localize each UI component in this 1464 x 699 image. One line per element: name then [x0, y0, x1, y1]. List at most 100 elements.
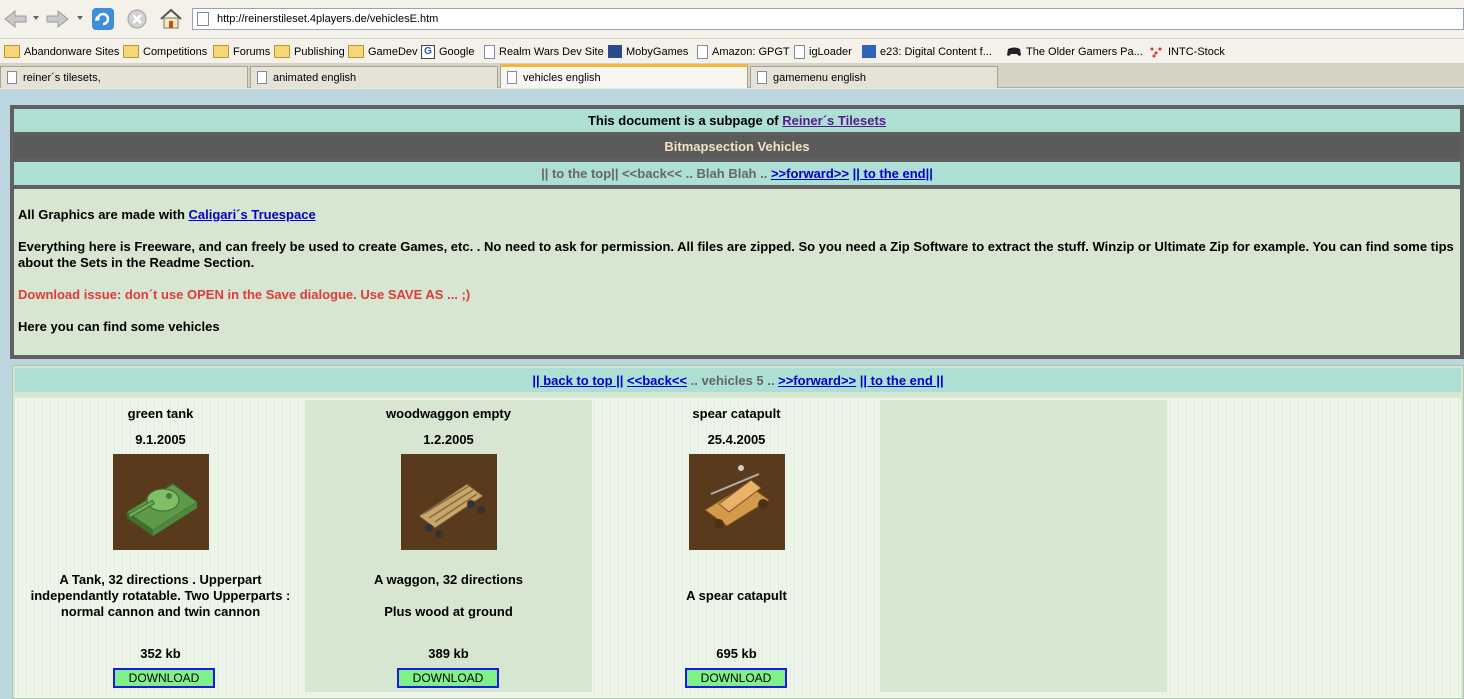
download-button[interactable]: DOWNLOAD — [397, 668, 499, 688]
home-button[interactable] — [158, 6, 184, 32]
vehicle-cell-woodwaggon: woodwaggon empty 1.2.2005 A waggon, 32 d… — [305, 400, 592, 692]
nav2-back-link[interactable]: <<back<< — [627, 373, 687, 388]
section-title: Bitmapsection Vehicles — [14, 135, 1460, 158]
navigation-toolbar: http://reinerstileset.4players.de/vehicl… — [0, 0, 1464, 38]
folder-icon — [4, 45, 20, 58]
folder-icon — [123, 45, 139, 58]
stop-button[interactable] — [124, 6, 150, 32]
google-icon: G — [421, 44, 435, 59]
vehicle-date: 1.2.2005 — [423, 432, 474, 447]
bookmark-publishing[interactable]: Publishing — [274, 43, 345, 60]
intro-paragraph: All Graphics are made with Caligari´s Tr… — [18, 207, 316, 222]
bookmark-gamedev[interactable]: GameDev — [348, 43, 418, 60]
folder-icon — [213, 45, 229, 58]
empty-vehicle-cell — [880, 400, 1167, 692]
url-bar[interactable]: http://reinerstileset.4players.de/vehicl… — [192, 8, 1464, 30]
freeware-paragraph: Everything here is Freeware, and can fre… — [18, 239, 1454, 270]
download-button[interactable]: DOWNLOAD — [113, 668, 215, 688]
nav-to-end-link[interactable]: || to the end|| — [853, 166, 933, 181]
top-nav-bar: || to the top|| <<back<< .. Blah Blah ..… — [14, 162, 1460, 185]
back-history-dropdown[interactable] — [33, 16, 39, 20]
bookmark-igloader[interactable]: igLoader — [794, 43, 852, 60]
folder-icon — [348, 45, 364, 58]
bookmark-intc-stock[interactable]: INTC-Stock — [1148, 43, 1225, 60]
vehicle-date: 25.4.2005 — [707, 432, 766, 447]
bookmark-realm-wars[interactable]: Realm Wars Dev Site — [484, 43, 604, 60]
reiners-tilesets-link[interactable]: Reiner´s Tilesets — [782, 113, 886, 128]
vehicles-intro: Here you can find some vehicles — [18, 319, 220, 334]
file-size: 352 kb — [140, 646, 181, 661]
bookmark-mobygames[interactable]: MobyGames — [608, 43, 688, 60]
vehicle-cell-green-tank: green tank 9.1.2005 A Tank, 32 direction… — [17, 400, 304, 692]
nav2-middle-text: .. vehicles 5 .. — [687, 372, 779, 388]
tab-gamemenu-english[interactable]: gamemenu english — [750, 66, 998, 88]
forward-button[interactable] — [45, 6, 71, 32]
tab-animated-english[interactable]: animated english — [250, 66, 498, 88]
tank-icon — [113, 454, 209, 550]
vehicles-nav-bar: || back to top || <<back<< .. vehicles 5… — [15, 368, 1461, 392]
vehicle-description-line2: Plus wood at ground — [384, 604, 513, 619]
page-icon — [757, 71, 767, 84]
nav-forward-link[interactable]: >>forward>> — [771, 166, 849, 181]
green-tank-image[interactable] — [113, 454, 209, 550]
page-icon — [484, 44, 495, 59]
vehicle-description-line1: A waggon, 32 directions — [373, 572, 524, 587]
bookmark-competitions[interactable]: Competitions — [123, 43, 207, 60]
vehicle-name: woodwaggon empty — [386, 406, 511, 421]
stop-icon — [127, 9, 147, 29]
nav-to-top-text: || to the top|| — [541, 166, 619, 181]
page-icon — [7, 71, 17, 84]
vehicle-name: spear catapult — [692, 406, 781, 421]
mobygames-icon — [608, 45, 622, 58]
woodwaggon-image[interactable] — [401, 454, 497, 550]
tab-reiners-tilesets[interactable]: reiner´s tilesets, — [0, 66, 248, 88]
folder-icon — [274, 45, 290, 58]
url-text[interactable]: http://reinerstileset.4players.de/vehicl… — [217, 13, 438, 25]
vehicle-description: A spear catapult — [686, 588, 787, 603]
vehicles-table: || back to top || <<back<< .. vehicles 5… — [12, 365, 1464, 699]
e23-icon — [862, 45, 876, 58]
gamepad-icon — [1006, 45, 1022, 58]
vehicle-name: green tank — [127, 406, 194, 421]
bookmarks-toolbar: Abandonware Sites Competitions Forums Pu… — [0, 38, 1464, 63]
file-size: 695 kb — [716, 646, 757, 661]
page-icon — [197, 12, 209, 26]
bookmark-older-gamers[interactable]: The Older Gamers Pa... — [1006, 43, 1143, 60]
nav-middle-text: .. Blah Blah .. — [682, 166, 771, 181]
intro-panel: All Graphics are made with Caligari´s Tr… — [14, 189, 1460, 355]
download-button[interactable]: DOWNLOAD — [685, 668, 787, 688]
back-arrow-icon — [4, 9, 27, 29]
bookmark-google[interactable]: G Google — [421, 43, 474, 60]
home-icon — [160, 8, 182, 29]
stock-icon — [1148, 45, 1164, 58]
back-button[interactable] — [2, 6, 28, 32]
nav2-forward-link[interactable]: >>forward>> — [778, 373, 856, 388]
reload-button[interactable] — [90, 6, 116, 32]
forward-history-dropdown[interactable] — [77, 16, 83, 20]
nav-back-text: <<back<< — [622, 166, 683, 181]
caligari-truespace-link[interactable]: Caligari´s Truespace — [189, 207, 316, 222]
subpage-bar: This document is a subpage of Reiner´s T… — [14, 109, 1460, 132]
waggon-icon — [401, 454, 497, 550]
bookmark-forums[interactable]: Forums — [213, 43, 270, 60]
download-issue-notice: Download issue: don´t use OPEN in the Sa… — [18, 287, 471, 302]
bookmark-e23[interactable]: e23: Digital Content f... — [862, 43, 992, 60]
vehicle-cell-spear-catapult: spear catapult 25.4.2005 A spear catapul… — [593, 400, 880, 692]
tab-strip: reiner´s tilesets, animated english vehi… — [0, 63, 1464, 88]
tab-vehicles-english[interactable]: vehicles english — [500, 64, 748, 88]
page-content: This document is a subpage of Reiner´s T… — [0, 89, 1464, 699]
bookmark-amazon-gpgt[interactable]: Amazon: GPGT — [697, 43, 790, 60]
catapult-icon — [689, 454, 785, 550]
forward-arrow-icon — [46, 9, 69, 29]
file-size: 389 kb — [428, 646, 469, 661]
nav2-back-to-top-link[interactable]: || back to top || — [532, 373, 623, 388]
page-icon — [257, 71, 267, 84]
vehicle-date: 9.1.2005 — [135, 432, 186, 447]
reload-icon — [92, 8, 114, 30]
page-icon — [507, 71, 517, 84]
spear-catapult-image[interactable] — [689, 454, 785, 550]
page-icon — [697, 44, 708, 59]
nav2-to-end-link[interactable]: || to the end || — [860, 373, 944, 388]
bookmark-abandonware-sites[interactable]: Abandonware Sites — [4, 43, 119, 60]
vehicle-description: A Tank, 32 directions . Upperpart indepe… — [30, 572, 291, 619]
